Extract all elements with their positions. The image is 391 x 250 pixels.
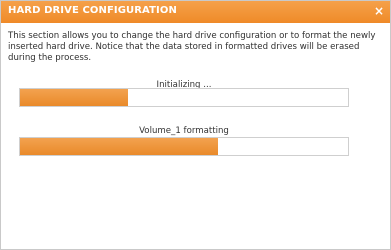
close-icon: × xyxy=(374,4,385,18)
volume-formatting-progress-bar xyxy=(19,137,349,156)
initializing-progress-bar xyxy=(19,88,349,107)
initializing-progress-fill xyxy=(20,89,129,106)
volume-formatting-progress-fill xyxy=(20,138,219,155)
close-button[interactable]: × xyxy=(374,3,386,19)
dialog-titlebar: HARD DRIVE CONFIGURATION × xyxy=(1,1,390,23)
hard-drive-configuration-dialog: HARD DRIVE CONFIGURATION × This section … xyxy=(0,0,391,250)
dialog-description: This section allows you to change the ha… xyxy=(8,31,376,63)
volume-formatting-status-label: Volume_1 formatting xyxy=(139,126,229,136)
dialog-title: HARD DRIVE CONFIGURATION xyxy=(8,5,177,16)
